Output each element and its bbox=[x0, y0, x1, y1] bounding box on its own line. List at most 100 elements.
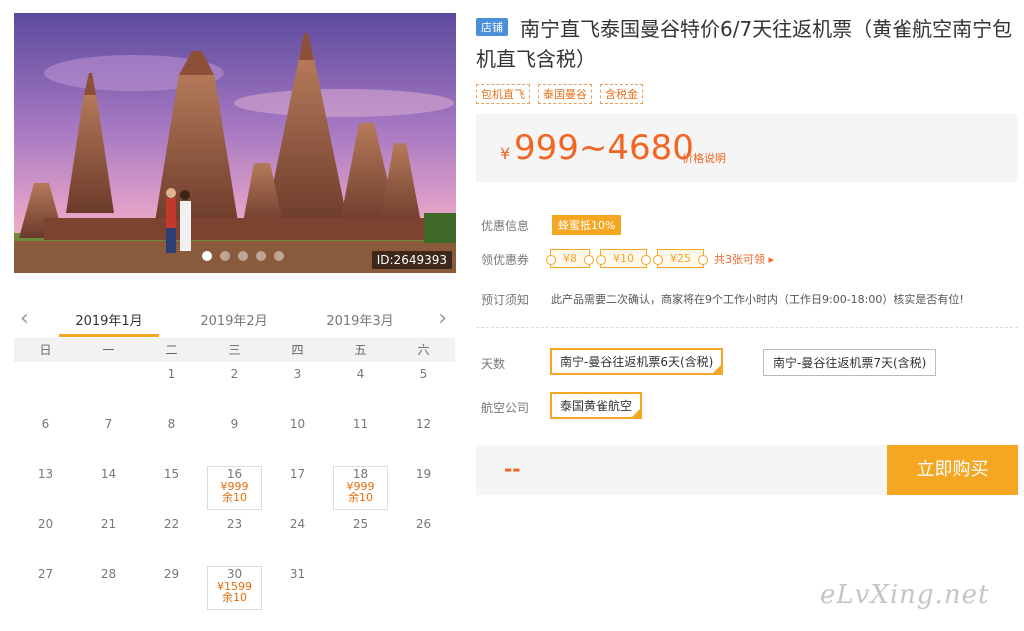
coupon-label: 领优惠券 bbox=[481, 253, 530, 267]
day-number: 29 bbox=[163, 567, 180, 581]
coupon-button[interactable]: ¥10 bbox=[596, 249, 651, 268]
currency-symbol: ¥ bbox=[500, 144, 511, 163]
calendar-day: 6 bbox=[14, 412, 77, 462]
calendar-day-grid: 1 2 3 4 5 6 7 8 9 10 11 12 13 14 15 16 ¥999 余10 17 18 ¥999 余1… bbox=[14, 362, 455, 612]
total-price: -- bbox=[504, 457, 521, 481]
calendar-day-priced[interactable]: 30 ¥1599 余10 bbox=[203, 562, 266, 612]
calendar-day: 5 bbox=[392, 362, 455, 412]
coupon-button[interactable]: ¥25 bbox=[653, 249, 708, 268]
calendar-day: 19 bbox=[392, 462, 455, 512]
calendar-day: 21 bbox=[77, 512, 140, 562]
weekday-label: 一 bbox=[102, 343, 115, 357]
carousel-dot[interactable] bbox=[220, 251, 230, 261]
coupon-count-link[interactable]: 共3张可领 ▸ bbox=[714, 251, 774, 267]
temple-image bbox=[14, 13, 456, 273]
day-number: 19 bbox=[415, 467, 432, 481]
buy-now-button[interactable]: 立即购买 bbox=[887, 445, 1018, 495]
calendar-day: 12 bbox=[392, 412, 455, 462]
calendar-day: 29 bbox=[140, 562, 203, 612]
product-tag: 泰国曼谷 bbox=[538, 84, 592, 104]
days-option-7[interactable]: 南宁-曼谷往返机票7天(含税) bbox=[763, 349, 937, 376]
calendar-day: 8 bbox=[140, 412, 203, 462]
day-number: 1 bbox=[167, 367, 176, 381]
day-number: 17 bbox=[289, 467, 306, 481]
calendar-day: 31 bbox=[266, 562, 329, 612]
section-divider bbox=[476, 327, 1018, 328]
day-number: 8 bbox=[167, 417, 176, 431]
airline-label: 航空公司 bbox=[481, 401, 530, 415]
day-number: 3 bbox=[293, 367, 302, 381]
day-number: 7 bbox=[104, 417, 113, 431]
calendar-weekday-header: 日 一 二 三 四 五 六 bbox=[14, 338, 455, 362]
day-number: 10 bbox=[289, 417, 306, 431]
watermark: eLvXing.net bbox=[820, 580, 990, 610]
day-number: 20 bbox=[37, 517, 54, 531]
calendar-day: 27 bbox=[14, 562, 77, 612]
airline-option[interactable]: 泰国黄雀航空 bbox=[550, 392, 643, 419]
promo-label: 优惠信息 bbox=[481, 219, 530, 233]
day-number: 16 bbox=[226, 467, 243, 481]
calendar-day: 11 bbox=[329, 412, 392, 462]
calendar-day: 22 bbox=[140, 512, 203, 562]
day-stock: 余10 bbox=[348, 491, 373, 504]
calendar-day: 24 bbox=[266, 512, 329, 562]
weekday-label: 四 bbox=[291, 343, 304, 357]
price-note-link[interactable]: 价格说明 bbox=[682, 150, 726, 166]
calendar-day: 28 bbox=[77, 562, 140, 612]
day-number: 31 bbox=[289, 567, 306, 581]
calendar-day: 23 bbox=[203, 512, 266, 562]
day-number: 2 bbox=[230, 367, 239, 381]
weekday-label: 日 bbox=[39, 343, 52, 357]
prev-month-icon[interactable]: ‹ bbox=[20, 306, 29, 331]
calendar-day: 2 bbox=[203, 362, 266, 412]
total-price-bar: -- bbox=[476, 445, 887, 495]
day-number: 23 bbox=[226, 517, 243, 531]
calendar-day: 26 bbox=[392, 512, 455, 562]
days-option-6[interactable]: 南宁-曼谷往返机票6天(含税) bbox=[550, 348, 724, 375]
carousel-dot[interactable] bbox=[238, 251, 248, 261]
day-number: 18 bbox=[352, 467, 369, 481]
day-number: 15 bbox=[163, 467, 180, 481]
product-tag: 含税金 bbox=[600, 84, 643, 104]
product-photo[interactable]: ID:2649393 bbox=[14, 13, 456, 273]
calendar-day-priced[interactable]: 18 ¥999 余10 bbox=[329, 462, 392, 512]
calendar-month-nav: ‹ 2019年1月 2019年2月 2019年3月 › bbox=[14, 298, 455, 338]
coupon-button[interactable]: ¥8 bbox=[546, 249, 594, 268]
calendar-day: 10 bbox=[266, 412, 329, 462]
day-number: 9 bbox=[230, 417, 239, 431]
calendar-day: 3 bbox=[266, 362, 329, 412]
calendar-day: 1 bbox=[140, 362, 203, 412]
day-number: 4 bbox=[356, 367, 365, 381]
day-number: 12 bbox=[415, 417, 432, 431]
calendar-day: 4 bbox=[329, 362, 392, 412]
photo-id-label: ID:2649393 bbox=[371, 251, 452, 269]
day-number: 14 bbox=[100, 467, 117, 481]
tab-month-jan[interactable]: 2019年1月 bbox=[59, 310, 159, 337]
calendar-day: 7 bbox=[77, 412, 140, 462]
day-number: 11 bbox=[352, 417, 369, 431]
notice-label: 预订须知 bbox=[481, 293, 530, 307]
store-badge: 店铺 bbox=[476, 18, 508, 36]
weekday-label: 五 bbox=[354, 343, 367, 357]
day-number: 26 bbox=[415, 517, 432, 531]
carousel-dot[interactable] bbox=[256, 251, 266, 261]
tab-month-feb[interactable]: 2019年2月 bbox=[189, 310, 279, 329]
tab-month-mar[interactable]: 2019年3月 bbox=[315, 310, 405, 329]
calendar-day: 20 bbox=[14, 512, 77, 562]
promo-badge: 蜂蜜抵10% bbox=[552, 215, 622, 235]
calendar-day-priced[interactable]: 16 ¥999 余10 bbox=[203, 462, 266, 512]
day-number: 25 bbox=[352, 517, 369, 531]
price-panel: ¥ 999~4680 价格说明 bbox=[476, 114, 1018, 182]
day-number: 24 bbox=[289, 517, 306, 531]
next-month-icon[interactable]: › bbox=[438, 306, 447, 331]
calendar-day: 25 bbox=[329, 512, 392, 562]
carousel-dot[interactable] bbox=[274, 251, 284, 261]
carousel-dot[interactable] bbox=[202, 251, 212, 261]
calendar-day: 13 bbox=[14, 462, 77, 512]
day-stock: 余10 bbox=[222, 491, 247, 504]
weekday-label: 二 bbox=[165, 343, 178, 357]
coupon-list: ¥8 ¥10 ¥25 共3张可领 ▸ bbox=[546, 249, 774, 268]
day-number: 5 bbox=[419, 367, 428, 381]
day-number: 27 bbox=[37, 567, 54, 581]
calendar-day: 15 bbox=[140, 462, 203, 512]
